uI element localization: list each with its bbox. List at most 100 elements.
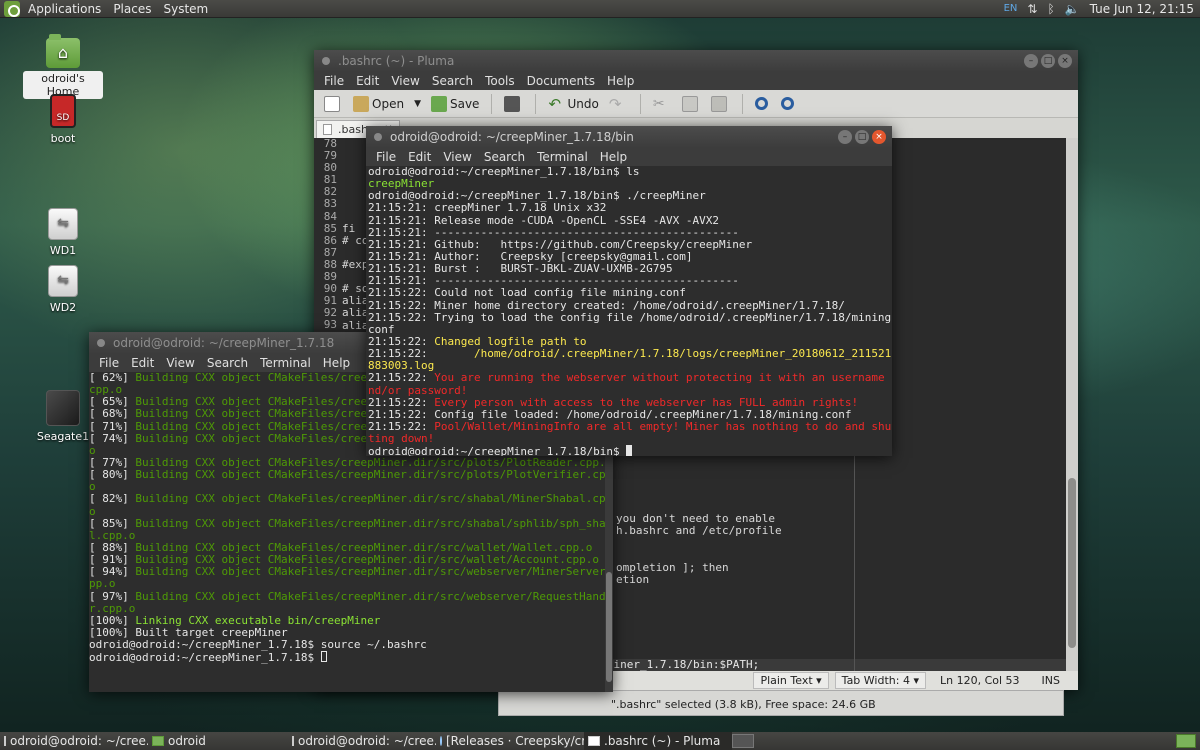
line-number: 83 <box>323 197 337 211</box>
menu-applications[interactable]: Applications <box>22 0 107 18</box>
build-progress: [ 85%] <box>89 516 136 530</box>
terminal-text: 21:15:22: <box>368 334 435 348</box>
desktop-icon-home[interactable]: odroid's Home <box>23 34 103 99</box>
terminal-text: 21:15:21: Github: https://github.com/Cre… <box>368 237 753 251</box>
menu-file[interactable]: File <box>93 356 125 370</box>
terminal-window-miner: odroid@odroid: ~/creepMiner_1.7.18/bin –… <box>366 126 892 456</box>
desktop-icon-boot[interactable]: boot <box>23 94 103 146</box>
pluma-titlebar[interactable]: .bashrc (~) - Pluma – □ × <box>314 50 1078 72</box>
scrollbar-thumb[interactable] <box>1068 478 1076 648</box>
menu-system[interactable]: System <box>157 0 214 18</box>
window-menu-icon[interactable] <box>374 133 382 141</box>
terminal-line: odroid@odroid:~/creepMiner_1.7.18/bin$ <box>368 445 892 456</box>
menu-help[interactable]: Help <box>594 150 633 164</box>
minimize-button[interactable]: – <box>838 130 852 144</box>
menu-tools[interactable]: Tools <box>479 74 521 88</box>
scrollbar-thumb[interactable] <box>606 572 612 682</box>
redo-button[interactable]: ↷ <box>605 92 632 116</box>
find-replace-button[interactable] <box>777 92 801 116</box>
terminal-text: Building CXX object CMakeFiles/creepMine… <box>135 492 613 506</box>
terminal-text: Built target creepMiner <box>135 625 288 639</box>
usb-drive-icon <box>48 208 78 240</box>
workspace-switcher[interactable] <box>732 734 754 748</box>
taskbar-button[interactable]: [Releases · Creepsky/cr... <box>436 732 584 750</box>
terminal-text: 21:15:21: creepMiner 1.7.18 Unix x32 <box>368 201 607 215</box>
menu-terminal[interactable]: Terminal <box>531 150 594 164</box>
code-line: #exp <box>342 258 369 271</box>
menu-help[interactable]: Help <box>317 356 356 370</box>
maximize-button[interactable]: □ <box>1041 54 1055 68</box>
desktop-icon-label: Seagate1 <box>36 430 90 443</box>
window-menu-icon[interactable] <box>322 57 330 65</box>
system-tray: EN ⇅ ᛒ 🔈 Tue Jun 12, 21:15 <box>1004 2 1200 16</box>
close-button[interactable]: × <box>1058 54 1072 68</box>
sd-card-icon <box>50 94 76 128</box>
terminal-text: o <box>89 480 96 494</box>
terminal-line: [ 80%] Building CXX object CMakeFiles/cr… <box>89 469 613 481</box>
show-desktop-icon[interactable] <box>1176 734 1196 748</box>
code-line: fi <box>342 221 356 235</box>
network-arrows-icon[interactable]: ⇅ <box>1027 2 1037 16</box>
editor-scrollbar[interactable] <box>1066 138 1078 671</box>
print-button[interactable] <box>500 92 527 116</box>
menu-search[interactable]: Search <box>478 150 531 164</box>
menu-terminal[interactable]: Terminal <box>254 356 317 370</box>
tab-width-dropdown[interactable]: Tab Width: 4 ▾ <box>834 672 926 689</box>
volume-icon[interactable]: 🔈 <box>1065 2 1080 16</box>
menu-view[interactable]: View <box>385 74 425 88</box>
desktop-icon-wd2[interactable]: WD2 <box>23 265 103 315</box>
menu-places[interactable]: Places <box>107 0 157 18</box>
terminal-output[interactable]: odroid@odroid:~/creepMiner_1.7.18/bin$ l… <box>366 166 892 456</box>
desktop-icon-label: WD1 <box>49 244 77 257</box>
open-button[interactable]: Open <box>349 92 408 116</box>
clock[interactable]: Tue Jun 12, 21:15 <box>1090 2 1194 16</box>
terminal-text: pp.o <box>89 577 116 591</box>
menu-view[interactable]: View <box>160 356 200 370</box>
menu-search[interactable]: Search <box>201 356 254 370</box>
cut-button[interactable]: ✂ <box>649 92 676 116</box>
menu-search[interactable]: Search <box>426 74 479 88</box>
menu-view[interactable]: View <box>437 150 477 164</box>
menu-help[interactable]: Help <box>601 74 640 88</box>
find-button[interactable] <box>751 92 775 116</box>
mate-logo-icon[interactable] <box>4 0 20 17</box>
desktop-icon-wd1[interactable]: WD1 <box>23 208 103 258</box>
taskbar-button[interactable]: odroid@odroid: ~/cree... <box>0 732 148 750</box>
menu-file[interactable]: File <box>370 150 402 164</box>
copy-button[interactable] <box>678 92 705 116</box>
window-menu-icon[interactable] <box>97 339 105 347</box>
taskbar-button[interactable]: odroid <box>148 732 288 750</box>
menu-file[interactable]: File <box>318 74 350 88</box>
keyboard-layout-indicator[interactable]: EN <box>1004 3 1018 14</box>
minimize-button[interactable]: – <box>1024 54 1038 68</box>
line-number: 84 <box>323 209 337 223</box>
taskbar-label: [Releases · Creepsky/cr... <box>446 734 584 748</box>
terminal-text: ting down! <box>368 432 435 446</box>
taskbar-button[interactable]: .bashrc (~) - Pluma <box>584 732 732 750</box>
new-document-icon <box>324 95 340 112</box>
code-line: ompletion ]; then <box>616 560 729 574</box>
maximize-button[interactable]: □ <box>855 130 869 144</box>
scissors-icon: ✂ <box>652 95 665 112</box>
terminal-titlebar[interactable]: odroid@odroid: ~/creepMiner_1.7.18/bin –… <box>366 126 892 148</box>
new-document-button[interactable] <box>320 92 347 116</box>
toolbar-separator <box>491 93 493 114</box>
terminal-line: odroid@odroid:~/creepMiner_1.7.18$ sourc… <box>89 639 613 651</box>
save-button[interactable]: Save <box>427 92 483 116</box>
terminal-menubar: File Edit View Search Terminal Help <box>366 148 892 166</box>
menu-documents[interactable]: Documents <box>521 74 601 88</box>
terminal-text: odroid@odroid:~/creepMiner_1.7.18/bin$ .… <box>368 189 706 203</box>
menu-edit[interactable]: Edit <box>402 150 437 164</box>
terminal-text: odroid@odroid:~/creepMiner_1.7.18/bin$ <box>368 445 627 456</box>
terminal-text: o <box>89 443 96 457</box>
bluetooth-icon[interactable]: ᛒ <box>1047 2 1054 16</box>
close-button[interactable]: × <box>872 130 886 144</box>
taskbar-button[interactable]: odroid@odroid: ~/cree... <box>288 732 436 750</box>
menu-edit[interactable]: Edit <box>350 74 385 88</box>
paste-button[interactable] <box>707 92 734 116</box>
syntax-dropdown[interactable]: Plain Text ▾ <box>753 672 829 689</box>
open-recent-dropdown[interactable]: ▼ <box>410 92 425 116</box>
undo-button[interactable]: ↶ Undo <box>544 92 602 116</box>
terminal-icon <box>292 736 294 746</box>
menu-edit[interactable]: Edit <box>125 356 160 370</box>
